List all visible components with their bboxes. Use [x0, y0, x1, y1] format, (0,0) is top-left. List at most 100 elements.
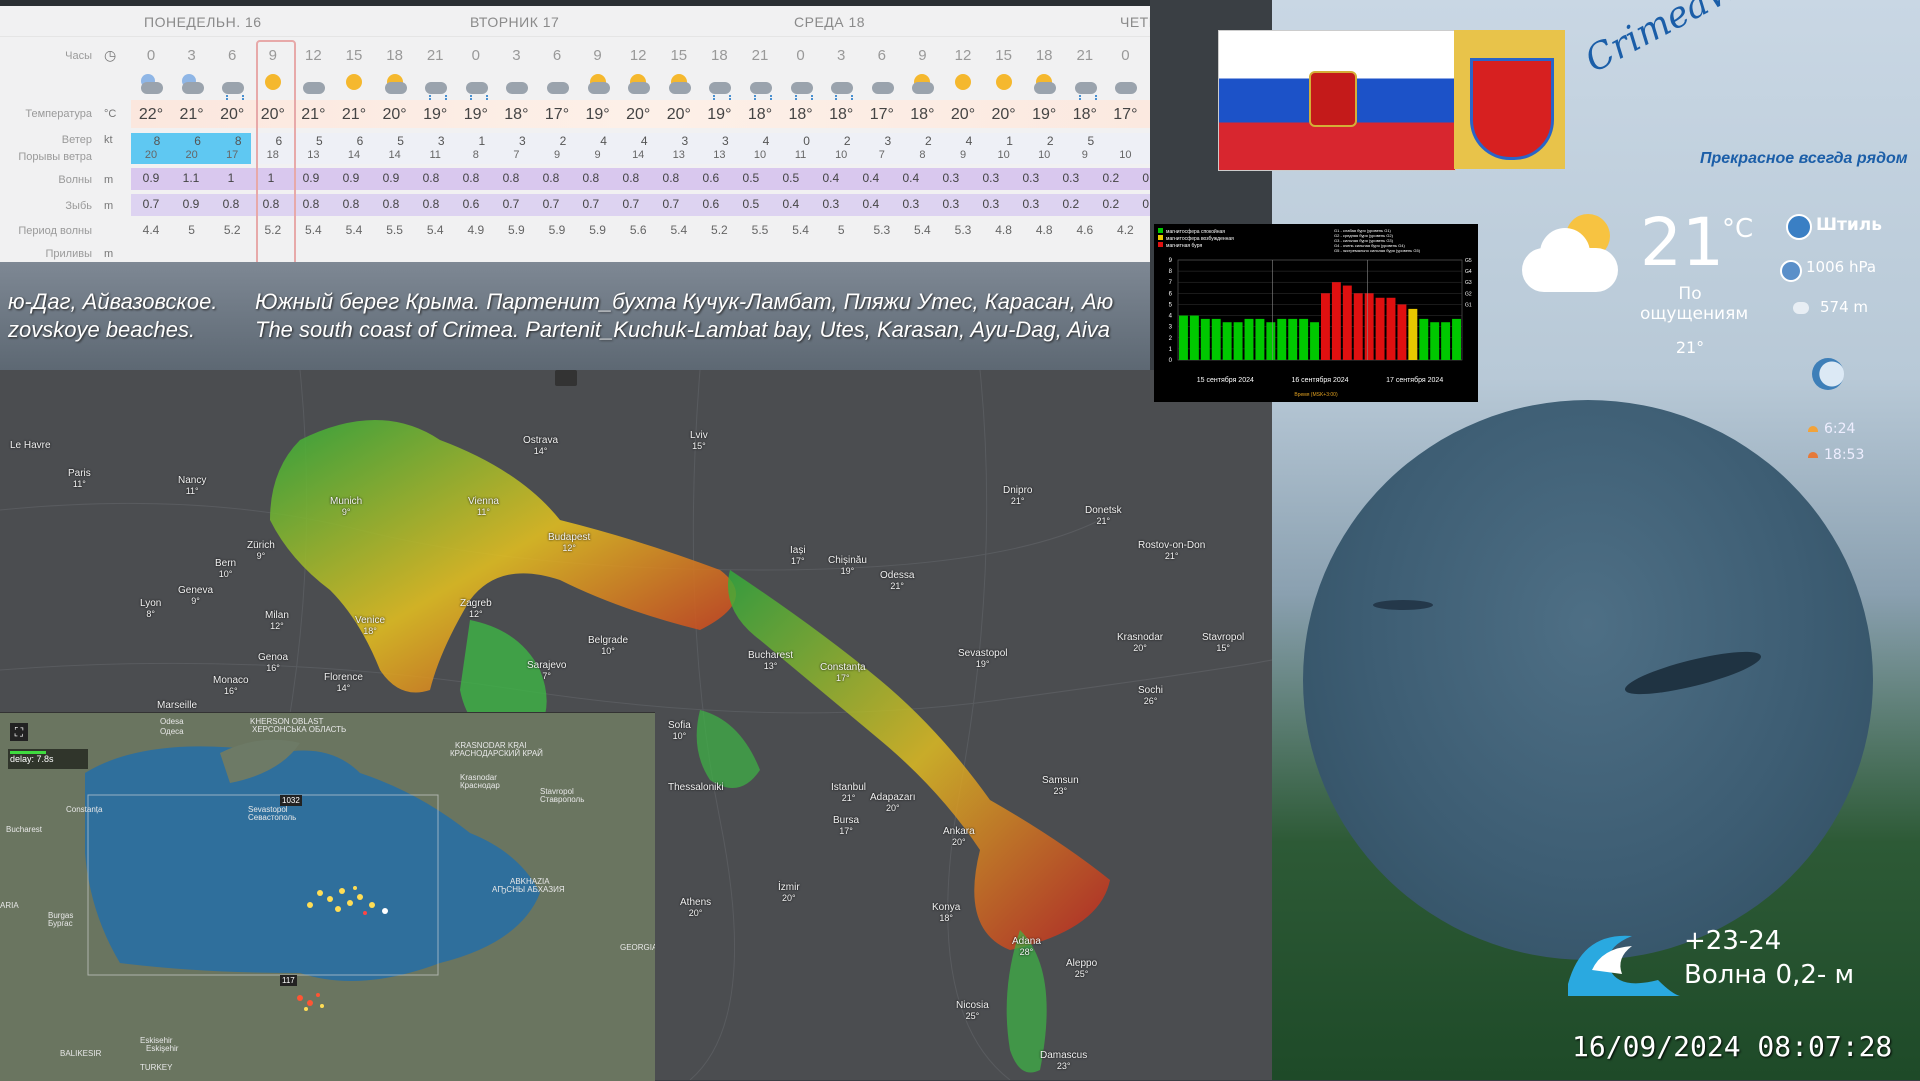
timestamp: 16/09/2024 08:07:28	[1572, 1030, 1893, 1063]
temp-cell: 19°	[1032, 106, 1057, 123]
wind-cell: 8	[153, 134, 161, 148]
brand-slogan: Прекрасное всегда рядом	[1700, 150, 1908, 167]
gust-cell: 11	[429, 149, 441, 161]
city-label: Florence 14°	[324, 672, 363, 694]
swell-cell: 0.2	[1062, 197, 1080, 211]
city-name: Milan	[265, 610, 289, 621]
city-temp: 14°	[533, 446, 548, 456]
gust-cell: 13	[713, 149, 726, 161]
moon-phase-icon	[1812, 358, 1844, 390]
hour-cell: 0	[146, 47, 156, 64]
city-temp: 9°	[191, 596, 200, 606]
swell-cell: 0.6	[702, 197, 720, 211]
wind-value: Штиль	[1816, 215, 1882, 235]
temp-cell: 19°	[585, 106, 610, 123]
city-temp: 19°	[975, 659, 990, 669]
temp-cell: 21°	[341, 106, 367, 123]
city-name: Nicosia	[956, 1000, 989, 1011]
wave-height: Волна 0,2- м	[1684, 960, 1855, 990]
hour-cell: 15	[670, 47, 688, 64]
city-name: Vienna	[468, 496, 499, 507]
row-label-wind: Ветер	[61, 134, 92, 146]
expand-icon[interactable]	[555, 370, 577, 386]
city-label: Genoa 16°	[258, 652, 288, 674]
wave-cell: 0.8	[502, 171, 520, 185]
gust-cell: 10	[753, 149, 767, 161]
city-label: Damascus 23°	[1040, 1050, 1087, 1072]
swell-cell: 0.3	[822, 197, 840, 211]
city-name: Iași	[790, 545, 806, 556]
lightning-map[interactable]: ⛶ delay: 7.8s 1032 117 Odesa Одеса KHERSON…	[0, 712, 655, 1081]
wind-cell: 5	[1087, 134, 1095, 148]
sunrise-time: 6:24	[1824, 421, 1856, 437]
hour-cell: 12	[629, 47, 647, 64]
temp-cell: 18°	[910, 106, 935, 123]
city-name: Sevastopol	[958, 648, 1008, 659]
city-name: Aleppo	[1066, 958, 1098, 969]
city-label: Sarajevo 7°	[527, 660, 566, 682]
swell-cell: 0.7	[502, 197, 520, 211]
g-tick: G1	[1465, 302, 1472, 308]
legend-swatch	[1158, 235, 1163, 240]
period-cell: 5.2	[264, 223, 282, 237]
temp-cell: 20°	[626, 106, 651, 123]
city-temp: 23°	[1053, 786, 1068, 796]
city-name: İzmir	[778, 882, 800, 893]
swell-cell: 0.4	[782, 197, 800, 211]
city-name: Monaco	[213, 675, 249, 686]
city-temp: 21°	[1096, 516, 1111, 526]
city-temp: 21°	[841, 793, 856, 803]
kp-bar	[1331, 282, 1341, 360]
city-name: Krasnodar	[1117, 632, 1164, 643]
y-tick: 7	[1169, 280, 1173, 286]
city-temp: 26°	[1143, 696, 1158, 706]
city-label: Bucharest 13°	[748, 650, 793, 672]
kp-bar	[1419, 318, 1429, 360]
hour-cell: 6	[228, 47, 237, 64]
pressure-value: 1006 hPa	[1806, 258, 1877, 276]
city-temp: 15°	[692, 441, 706, 451]
wind-cell: 8	[234, 134, 242, 148]
city-temp: 12°	[562, 543, 576, 553]
row-label-waves: Волны	[58, 174, 92, 186]
city-name: Donetsk	[1085, 505, 1122, 516]
city-name: Geneva	[178, 585, 214, 596]
fullscreen-icon[interactable]: ⛶	[10, 723, 28, 741]
sun-icon	[338, 72, 370, 100]
map-label: Бургас	[48, 919, 73, 928]
time-axis-label: Время (MSK+3:00)	[1294, 392, 1338, 398]
ticker-line2-left: zovskoye beaches.	[8, 317, 196, 342]
y-tick: 1	[1169, 347, 1173, 353]
hour-cell: 12	[954, 47, 972, 64]
legend-label: магнитная буря	[1166, 243, 1202, 249]
wave-cell: 0.8	[582, 171, 600, 185]
wind-cell: 6	[356, 134, 364, 148]
y-tick: 8	[1169, 269, 1173, 275]
wind-cell: 2	[843, 134, 851, 148]
cloud-icon	[866, 72, 898, 100]
wave-cell: 1	[267, 171, 275, 185]
period-cell: 5.4	[305, 223, 322, 237]
wave-cell: 0.5	[742, 171, 760, 185]
swell-cell: 0.7	[142, 197, 160, 211]
lightning-strikes-turkey	[297, 993, 324, 1011]
legend-label: магнитосфера спокойная	[1166, 228, 1225, 235]
city-name: Venice	[355, 615, 386, 626]
city-name: Istanbul	[831, 782, 867, 793]
wave-cell: 0.2	[1102, 171, 1120, 185]
city-temp: 7°	[542, 671, 552, 681]
cloud-rain-icon	[703, 72, 735, 100]
g-tick: G4	[1465, 269, 1472, 275]
city-label: Nancy 11°	[178, 475, 206, 497]
city-label: Ankara 20°	[943, 826, 975, 848]
city-label: Vienna 11°	[468, 496, 499, 518]
city-name: Bucharest	[748, 650, 794, 661]
period-cell: 5.4	[345, 223, 363, 237]
day-header: СРЕДА 18	[794, 14, 866, 30]
gust-cell: 8	[919, 149, 926, 161]
swell-cell: 0.2	[1102, 197, 1120, 211]
gust-cell: 9	[1081, 149, 1088, 161]
kp-bar	[1452, 318, 1461, 360]
row-label-temperature: Температура	[25, 108, 92, 120]
period-cell: 5	[837, 223, 845, 237]
